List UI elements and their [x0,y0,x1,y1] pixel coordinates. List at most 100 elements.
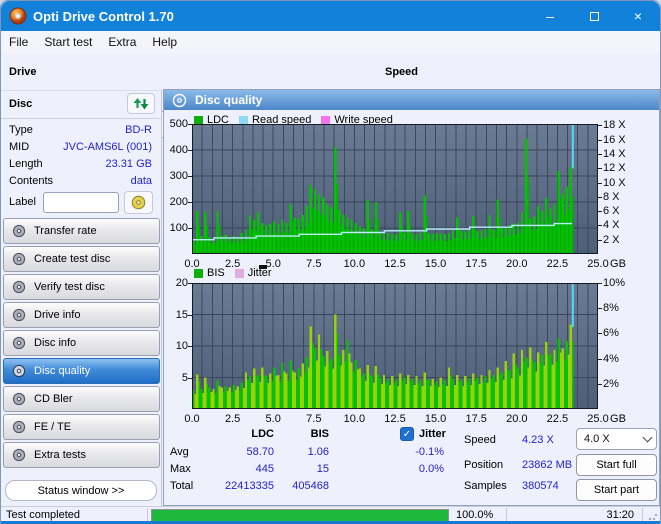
axis-tick: 8% [603,302,619,315]
jitter-column-header: Jitter [419,428,446,440]
axis-tick: 400 [169,144,188,156]
axis-tick: GB [610,258,626,270]
disc-icon [12,336,26,350]
disc-icon [12,252,26,266]
test-speed-value: 4.0 X [584,433,610,445]
nav-disc-info[interactable]: Disc info [3,330,160,356]
disc-outline-icon [172,93,187,107]
nav-transfer-rate[interactable]: Transfer rate [3,218,160,244]
start-part-button[interactable]: Start part [576,479,657,501]
minimize-button[interactable]: – [528,1,572,31]
axis-tick: 16 X [603,133,626,146]
tick-mark [598,211,602,213]
tick-mark [598,358,602,360]
axis-tick: 8 X [603,190,620,203]
tick-mark [188,228,192,229]
menu-bar: File Start test Extra Help [1,31,660,53]
axis-tick: 5.0 [265,258,281,270]
refresh-disc-button[interactable] [127,93,155,114]
progress-bar [151,509,449,521]
progress-percent: 100.0% [456,509,494,521]
axis-tick: 12.5 [384,258,406,270]
jitter-checkbox[interactable]: ✓ [400,427,414,441]
axis-tick: 15.0 [424,258,447,270]
nav-fe-te[interactable]: FE / TE [3,414,160,440]
disc-label-input[interactable] [43,192,119,213]
progress-fill [152,510,448,521]
resize-grip[interactable] [648,511,658,521]
quality-header: Disc quality [164,90,659,110]
axis-tick: 6% [603,327,619,340]
close-button[interactable]: × [616,1,660,31]
quality-title: Disc quality [195,93,263,107]
menu-file[interactable]: File [1,33,36,51]
axis-tick: GB [610,413,626,425]
toolbar: Drive (F:) HL-DT-ST BD-RE WH16NS58 TST4 … [1,53,660,138]
statusbar-separator [642,508,643,521]
status-text: Test completed [6,509,80,521]
write-label-button[interactable] [124,191,153,214]
tick-mark [598,168,602,170]
nav-label: Drive info [34,309,81,321]
menu-extra[interactable]: Extra [100,33,144,51]
statusbar-separator [147,508,148,521]
nav-create-test-disc[interactable]: Create test disc [3,246,160,272]
statusbar-separator [506,508,507,521]
axis-tick: 12 X [603,162,626,175]
axis-tick: 17.5 [465,413,487,425]
window-title: Opti Drive Control 1.70 [33,8,174,24]
nav-disc-quality[interactable]: Disc quality [3,358,160,384]
tick-mark [188,176,192,177]
divider [1,118,162,119]
maximize-button[interactable] [572,1,616,31]
tick-mark [598,383,602,385]
axis-tick: 0.0 [184,258,200,270]
axis-tick: 12.5 [384,413,406,425]
tick-mark [188,346,192,347]
axis-tick: 4% [603,352,619,365]
nav-drive-info[interactable]: Drive info [3,302,160,328]
max-jitter: 0.0% [418,463,444,475]
nav-verify-test-disc[interactable]: Verify test disc [3,274,160,300]
nav-label: Disc quality [34,365,91,377]
test-speed-select[interactable]: 4.0 X [576,428,657,450]
disc-panel: Disc Type BD-R MID JVC-AMS6L (001) Length 2… [1,91,162,506]
disc-contents-label: Contents [9,175,54,187]
speed-label: Speed [385,66,419,78]
axis-tick: 10 X [603,176,626,189]
status-window-button[interactable]: Status window >> [5,480,157,501]
nav-extra-tests[interactable]: Extra tests [3,442,160,468]
disc-panel-title: Disc [9,98,33,110]
nav-label: Disc info [34,337,77,349]
axis-tick: 20.0 [506,413,528,425]
disc-icon [12,364,26,378]
ldc-column-header: LDC [251,428,274,440]
axis-tick: 18 X [603,119,626,132]
menu-start-test[interactable]: Start test [36,33,100,51]
axis-tick: 10% [603,277,626,289]
status-bar: Test completed 100.0% 31:20 [1,506,660,521]
disc-mid-value: JVC-AMS6L (001) [63,141,152,153]
tick-mark [598,308,602,310]
tick-mark [188,283,192,284]
tick-mark [188,202,192,203]
tick-mark [188,314,192,316]
maximize-icon [589,11,599,21]
axis-tick: 2 X [603,233,620,246]
check-icon: ✓ [402,428,412,440]
start-full-button[interactable]: Start full [576,454,657,476]
max-ldc: 445 [255,463,274,475]
disc-icon [12,448,26,462]
axis-tick: 500 [169,118,188,130]
menu-help[interactable]: Help [144,33,185,51]
tick-mark [598,225,602,227]
nav-cd-bler[interactable]: CD Bler [3,386,160,412]
samples-stat-label: Samples [464,480,507,492]
disc-icon [12,308,26,322]
axis-tick: 5 [181,371,188,384]
axis-tick: 17.5 [465,258,487,270]
axis-tick: 14 X [603,147,626,160]
axis-tick: 2% [603,377,619,390]
nav-label: Extra tests [34,449,86,461]
tick-mark [598,333,602,335]
